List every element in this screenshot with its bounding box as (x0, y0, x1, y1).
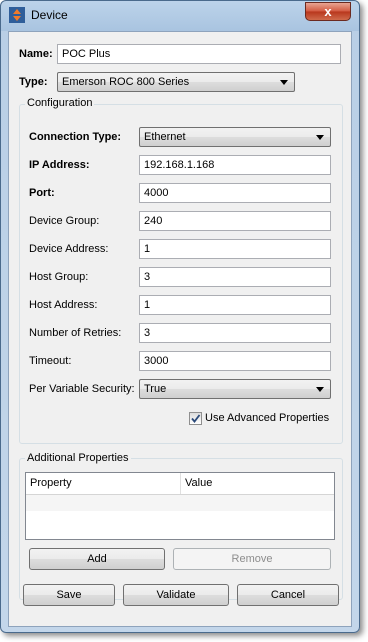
number-of-retries-input[interactable]: 3 (139, 323, 331, 343)
host-group-label: Host Group: (29, 271, 89, 283)
number-of-retries-label: Number of Retries: (29, 327, 122, 339)
column-header-value[interactable]: Value (180, 473, 334, 494)
properties-grid-header: Property Value (26, 473, 334, 495)
device-group-label: Device Group: (29, 215, 100, 227)
device-address-input[interactable]: 1 (139, 239, 331, 259)
ip-address-label: IP Address: (29, 159, 90, 171)
empty-grid-row (26, 511, 334, 527)
add-property-button[interactable]: Add (29, 548, 165, 570)
remove-property-button[interactable]: Remove (173, 548, 331, 570)
additional-properties-title: Additional Properties (25, 452, 131, 464)
chevron-down-icon (316, 135, 324, 140)
properties-grid[interactable]: Property Value (25, 472, 335, 540)
per-variable-security-label: Per Variable Security: (29, 383, 135, 395)
connection-type-label: Connection Type: (29, 131, 122, 143)
type-dropdown[interactable]: Emerson ROC 800 Series (57, 72, 295, 92)
cancel-button[interactable]: Cancel (237, 584, 339, 606)
chevron-down-icon (316, 387, 324, 392)
chevron-down-icon (280, 80, 288, 85)
type-dropdown-value: Emerson ROC 800 Series (62, 76, 190, 88)
empty-grid-row (26, 495, 334, 511)
app-icon (9, 7, 25, 23)
validate-button[interactable]: Validate (123, 584, 229, 606)
host-address-label: Host Address: (29, 299, 98, 311)
column-header-property[interactable]: Property (26, 473, 180, 494)
host-group-input[interactable]: 3 (139, 267, 331, 287)
window-title: Device (31, 8, 68, 22)
ip-address-input[interactable]: 192.168.1.168 (139, 155, 331, 175)
device-address-label: Device Address: (29, 243, 109, 255)
close-button[interactable]: x (305, 2, 351, 21)
dialog-body: Name: POC Plus Type: Emerson ROC 800 Ser… (8, 31, 352, 627)
use-advanced-properties-checkbox[interactable] (189, 412, 202, 425)
port-input[interactable]: 4000 (139, 183, 331, 203)
timeout-input[interactable]: 3000 (139, 351, 331, 371)
connection-type-value: Ethernet (144, 131, 186, 143)
type-label: Type: (19, 76, 48, 88)
title-bar[interactable]: Device x (1, 1, 359, 29)
device-dialog: Device x Name: POC Plus Type: Emerson RO… (0, 0, 360, 633)
timeout-label: Timeout: (29, 355, 72, 367)
per-variable-security-value: True (144, 383, 167, 395)
device-group-input[interactable]: 240 (139, 211, 331, 231)
configuration-group-title: Configuration (25, 97, 95, 109)
use-advanced-properties-label: Use Advanced Properties (205, 412, 330, 424)
connection-type-dropdown[interactable]: Ethernet (139, 127, 331, 147)
per-variable-security-dropdown[interactable]: True (139, 379, 331, 399)
host-address-input[interactable]: 1 (139, 295, 331, 315)
name-label: Name: (19, 48, 53, 60)
port-label: Port: (29, 187, 55, 199)
checkmark-icon (191, 414, 201, 423)
close-icon: x (324, 4, 332, 19)
name-input[interactable]: POC Plus (57, 44, 341, 64)
save-button[interactable]: Save (23, 584, 115, 606)
